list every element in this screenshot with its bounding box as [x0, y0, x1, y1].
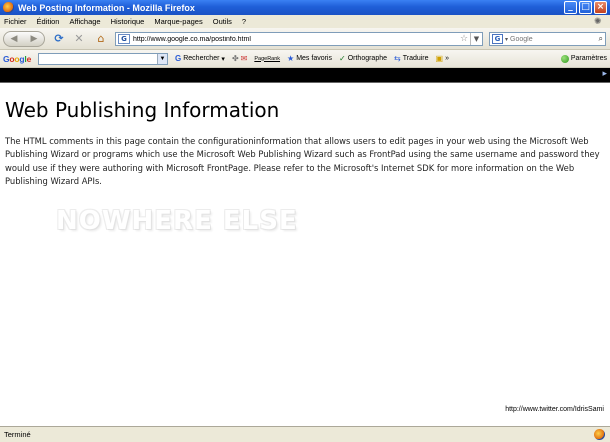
menu-marque-pages[interactable]: Marque-pages — [154, 17, 202, 26]
menu-bar: Fichier Édition Affichage Historique Mar… — [0, 15, 610, 28]
url-dropdown-icon[interactable]: ▼ — [470, 33, 482, 45]
search-input[interactable] — [510, 35, 591, 43]
url-text[interactable]: http://www.google.co.ma/postinfo.html — [133, 36, 460, 43]
translate-icon: ⇆ — [394, 54, 401, 63]
search-box[interactable]: G ▾ ⌕ — [489, 32, 606, 46]
page-content: Web Publishing Information The HTML comm… — [0, 84, 610, 426]
reload-icon[interactable]: ⟳ — [52, 32, 66, 46]
firefox-icon — [3, 2, 14, 13]
window-controls: _ □ × — [564, 1, 607, 14]
home-icon[interactable]: ⌂ — [94, 32, 108, 46]
forward-icon[interactable]: ▶ — [31, 34, 38, 44]
search-icon[interactable]: ⌕ — [599, 34, 603, 44]
firefox-status-icon — [594, 429, 605, 440]
minimize-button[interactable]: _ — [564, 1, 577, 14]
site-favicon-icon: G — [118, 34, 130, 44]
stop-icon[interactable]: ✕ — [72, 32, 86, 46]
rechercher-button[interactable]: G Rechercher ▾ — [175, 54, 225, 63]
mes-favoris-label: Mes favoris — [296, 55, 332, 62]
back-icon[interactable]: ◀ — [11, 34, 18, 44]
mes-favoris-button[interactable]: ★ Mes favoris — [287, 54, 332, 63]
popup-blocker-icon[interactable]: ✤ — [232, 54, 239, 63]
google-icon: G — [175, 54, 182, 63]
menu-historique[interactable]: Historique — [111, 17, 145, 26]
google-engine-icon[interactable]: G — [492, 34, 503, 44]
status-text: Terminé — [4, 430, 31, 439]
parametres-button[interactable]: Paramètres — [560, 54, 607, 63]
menu-outils[interactable]: Outils — [213, 17, 232, 26]
star-icon: ★ — [287, 54, 295, 63]
close-button[interactable]: × — [594, 1, 607, 14]
scroll-right-icon[interactable]: ▸ — [602, 69, 607, 79]
gmail-icon[interactable]: ✉ — [241, 54, 248, 63]
navigation-toolbar: ◀ ▶ ⟳ ✕ ⌂ G http://www.google.co.ma/post… — [0, 28, 610, 50]
maximize-button[interactable]: □ — [579, 1, 592, 14]
throbber-icon: ✺ — [594, 16, 602, 26]
url-bar[interactable]: G http://www.google.co.ma/postinfo.html … — [115, 32, 483, 46]
rechercher-label: Rechercher — [183, 55, 220, 62]
chevron-down-icon[interactable]: ▼ — [157, 53, 167, 64]
bookmark-add-icon[interactable]: ▣ — [436, 54, 444, 63]
spellcheck-icon: ✓ — [339, 54, 346, 63]
google-toolbar: Google ▼ G Rechercher ▾ ✤ ✉ PageRank ★ M… — [0, 50, 610, 68]
pagerank-indicator[interactable]: PageRank — [254, 56, 280, 62]
credit-link-text: http://www.twitter.com/IdrisSami — [505, 406, 604, 413]
menu-affichage[interactable]: Affichage — [69, 17, 100, 26]
traduire-label: Traduire — [402, 55, 429, 62]
page-title: Web Publishing Information — [5, 98, 280, 122]
orthographe-button[interactable]: ✓ Orthographe — [339, 54, 387, 63]
engine-dropdown-icon[interactable]: ▾ — [505, 36, 508, 43]
settings-icon — [560, 54, 569, 63]
watermark: NOWHERE ELSE — [56, 206, 298, 236]
toolbar-misc-buttons[interactable]: ✤ ✉ — [232, 54, 247, 63]
bookmark-star-icon[interactable]: ☆ — [460, 33, 470, 45]
window-title: Web Posting Information - Mozilla Firefo… — [18, 2, 195, 13]
menu-fichier[interactable]: Fichier — [4, 17, 27, 26]
traduire-button[interactable]: ⇆ Traduire — [394, 54, 429, 63]
more-chevron[interactable]: » — [445, 55, 449, 62]
chevron-down-icon: ▾ — [221, 55, 225, 63]
back-forward-buttons: ◀ ▶ — [3, 31, 45, 47]
orthographe-label: Orthographe — [347, 55, 388, 62]
parametres-label: Paramètres — [570, 55, 607, 62]
menu-help[interactable]: ? — [242, 17, 246, 26]
menu-edition[interactable]: Édition — [37, 17, 60, 26]
toolbar-more-buttons[interactable]: ▣ » — [436, 54, 449, 63]
google-toolbar-search-input[interactable]: ▼ — [38, 52, 168, 65]
status-bar: Terminé — [0, 426, 610, 442]
pagerank-label: PageRank — [254, 55, 281, 62]
bookmarks-toolbar: ▸ — [0, 68, 610, 83]
google-toolbar-logo[interactable]: Google — [3, 54, 35, 64]
title-bar: Web Posting Information - Mozilla Firefo… — [0, 0, 610, 15]
page-paragraph: The HTML comments in this page contain t… — [5, 136, 600, 187]
